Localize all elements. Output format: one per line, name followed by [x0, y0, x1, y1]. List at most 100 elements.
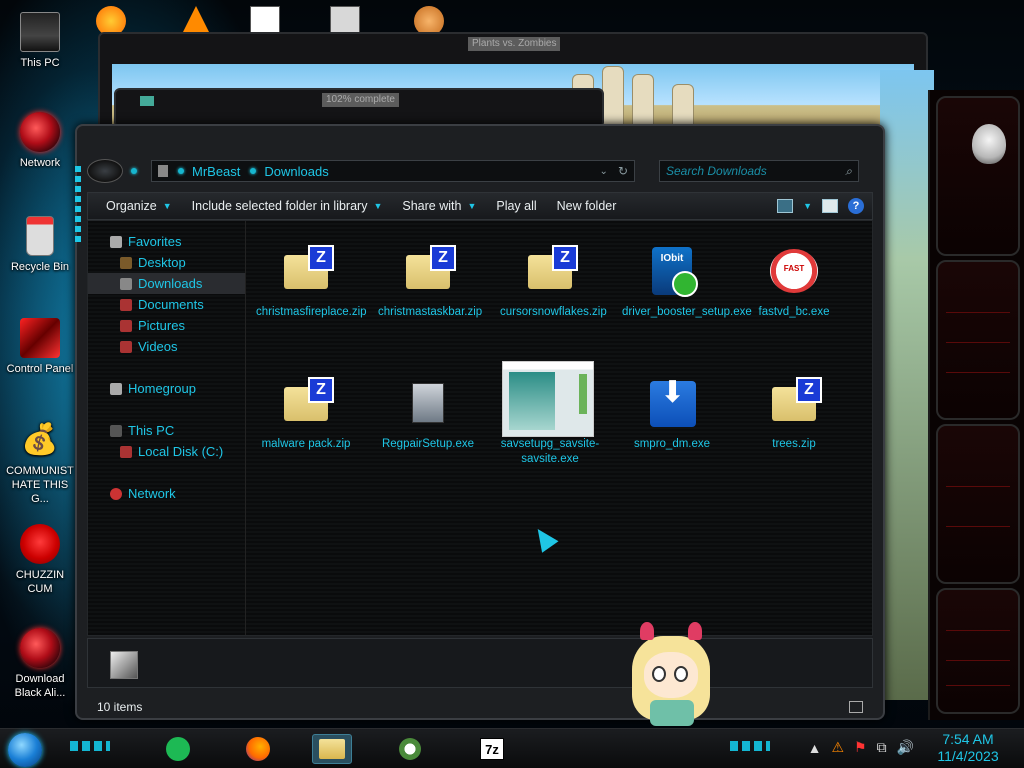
chevron-down-icon: ▼	[467, 201, 477, 211]
large-icons-view-icon[interactable]	[849, 701, 863, 713]
desktop-icon-label: Download Black Ali...	[14, 673, 66, 699]
sidebar-label: Local Disk (C:)	[138, 444, 224, 459]
change-view-icon[interactable]	[777, 199, 794, 213]
firefox-icon	[246, 737, 270, 761]
iobit-installer-icon: IObit	[646, 245, 698, 297]
file-item[interactable]: cursorsnowflakes.zip	[500, 245, 607, 320]
game-window-title: Plants vs. Zombies	[468, 37, 561, 51]
sidebar-label: Favorites	[128, 234, 182, 249]
documents-icon	[120, 298, 132, 311]
chevron-down-icon[interactable]: ▼	[803, 201, 812, 211]
mouse-cursor-icon	[529, 523, 559, 553]
include-in-library-button[interactable]: Include selected folder in library ▼	[182, 199, 393, 213]
zip-folder-icon	[524, 245, 578, 297]
volume-icon[interactable]: 🔊	[897, 739, 914, 756]
desktop-icon-money-bag[interactable]: 💰 COMMUNIST HATE THIS G...	[2, 420, 78, 506]
taskbar-clock[interactable]: 7:54 AM 11/4/2023	[928, 731, 1008, 765]
breadcrumb-separator-icon	[250, 168, 257, 174]
recent-pages-icon[interactable]	[131, 168, 137, 174]
desktop-icon-chuzzle[interactable]: CHUZZIN CUM	[2, 524, 78, 596]
file-item[interactable]: smpro_dm.exe	[622, 377, 722, 452]
file-item[interactable]: christmasfireplace.zip	[256, 245, 367, 320]
file-name: driver_booster_setup.exe	[622, 306, 752, 318]
savsite-thumbnail-icon	[502, 361, 594, 437]
share-label: Share with	[402, 199, 462, 213]
search-input[interactable]: Search Downloads ⌕	[659, 160, 859, 182]
breadcrumb-separator-icon	[178, 168, 184, 174]
character-horn	[688, 622, 702, 640]
character-eye	[674, 666, 688, 682]
progress-window-title: 102% complete	[322, 93, 399, 107]
organize-label: Organize	[106, 199, 157, 213]
taskbar-app-7zip[interactable]: 7z	[472, 734, 512, 764]
progress-window[interactable]: 102% complete	[114, 88, 604, 128]
sidebar-item-network[interactable]: Network	[88, 483, 245, 504]
file-name: RegpairSetup.exe	[381, 438, 475, 450]
folder-thumbnail-icon	[110, 651, 138, 679]
sidebar-item-downloads[interactable]: Downloads	[88, 273, 245, 294]
chevron-down-icon[interactable]: ⌄	[600, 166, 608, 177]
file-item[interactable]: FAST fastvd_bc.exe	[744, 245, 844, 320]
sidebar-item-pictures[interactable]: Pictures	[88, 315, 245, 336]
file-item[interactable]: IObit driver_booster_setup.exe	[622, 245, 752, 320]
flag-icon[interactable]: ⚑	[854, 739, 867, 756]
desktop-icon-control-panel[interactable]: Control Panel	[2, 318, 78, 376]
file-item[interactable]: malware pack.zip	[256, 377, 356, 452]
security-alert-icon[interactable]: ⚠	[831, 739, 844, 756]
play-all-button[interactable]: Play all	[486, 199, 546, 213]
file-item[interactable]: christmastaskbar.zip	[378, 245, 482, 320]
network-orb-icon	[20, 112, 60, 152]
breadcrumb-mrbeast[interactable]: MrBeast	[178, 164, 240, 179]
sidebar-item-favorites[interactable]: Favorites	[88, 231, 245, 252]
preview-pane-icon[interactable]	[822, 199, 838, 213]
desktop-icon-this-pc[interactable]: This PC	[2, 12, 78, 70]
network-tray-icon[interactable]: ⧉	[877, 739, 887, 756]
desktop-icon-network[interactable]: Network	[2, 112, 78, 170]
sidebar-item-homegroup[interactable]: Homegroup	[88, 378, 245, 399]
taskbar-app-firefox[interactable]	[238, 734, 278, 764]
navigation-row: MrBeast Downloads ⌄ ↻ Search Downloads ⌕	[87, 156, 873, 186]
sidebar-label: Network	[128, 486, 176, 501]
search-icon[interactable]: ⌕	[845, 164, 852, 179]
help-icon[interactable]: ?	[848, 198, 864, 214]
taskbar-app-game[interactable]	[390, 734, 430, 764]
file-item[interactable]: RegpairSetup.exe	[378, 377, 478, 452]
command-toolbar: Organize ▼ Include selected folder in li…	[87, 192, 873, 220]
file-item[interactable]: trees.zip	[744, 377, 844, 452]
taskbar-app-explorer[interactable]	[312, 734, 352, 764]
taskbar-decoration	[730, 741, 770, 751]
desktop-icon-label: This PC	[20, 57, 60, 69]
sidebar-item-desktop[interactable]: Desktop	[88, 252, 245, 273]
breadcrumb-label: Downloads	[264, 163, 329, 179]
taskbar-app-notes[interactable]	[158, 734, 198, 764]
breadcrumb-downloads[interactable]: Downloads	[250, 163, 329, 179]
sidebar-item-local-disk[interactable]: Local Disk (C:)	[88, 441, 245, 462]
gadget-panel	[936, 96, 1020, 256]
show-hidden-icons-icon[interactable]: ▲	[808, 740, 822, 756]
file-name: trees.zip	[772, 438, 816, 450]
alienware-orb-icon	[20, 628, 60, 668]
share-with-button[interactable]: Share with ▼	[392, 199, 486, 213]
refresh-icon[interactable]: ↻	[618, 164, 628, 178]
plant-game-icon	[399, 738, 421, 760]
back-forward-orb[interactable]	[87, 159, 123, 183]
sidebar-item-videos[interactable]: Videos	[88, 336, 245, 357]
address-bar[interactable]: MrBeast Downloads ⌄ ↻	[151, 160, 635, 182]
sidebar-label: Downloads	[138, 276, 203, 291]
organize-button[interactable]: Organize ▼	[96, 199, 182, 213]
sidebar-item-documents[interactable]: Documents	[88, 294, 245, 315]
explorer-window[interactable]: MrBeast Downloads ⌄ ↻ Search Downloads ⌕…	[75, 124, 885, 720]
downloads-folder-icon	[120, 277, 132, 290]
new-folder-button[interactable]: New folder	[547, 199, 627, 213]
sidebar-item-this-pc[interactable]: This PC	[88, 420, 245, 441]
file-item[interactable]: savsetupg_savsite-savsite.exe	[500, 361, 600, 467]
desktop-icon-black-alienware[interactable]: Download Black Ali...	[2, 628, 78, 700]
start-button[interactable]	[8, 733, 42, 767]
this-pc-icon	[110, 424, 122, 437]
recycle-bin-icon	[26, 216, 54, 256]
zip-folder-icon	[280, 245, 334, 297]
desktop-icon-recycle-bin[interactable]: Recycle Bin	[2, 216, 78, 274]
clock-date: 11/4/2023	[937, 748, 999, 764]
